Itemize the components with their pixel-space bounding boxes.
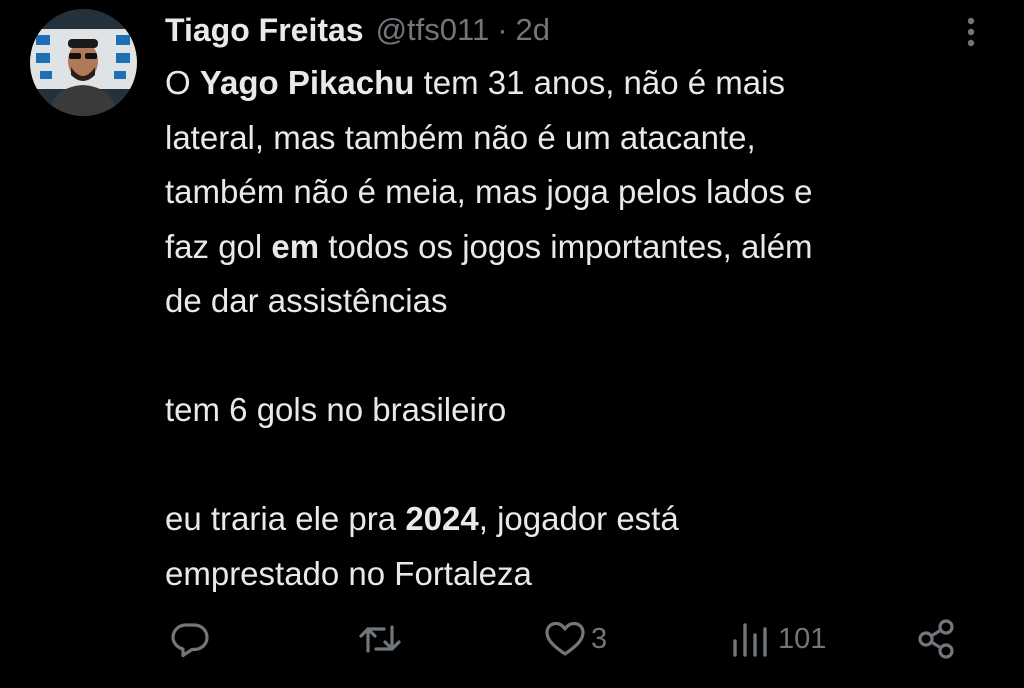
tweet-line: eu traria ele pra 2024, jogador está [165,500,679,537]
tweet-line: também não é meia, mas joga pelos lados … [165,173,813,210]
views-count: 101 [778,622,827,655]
author-name[interactable]: Tiago Freitas [165,12,364,49]
share-button[interactable] [915,614,959,664]
separator-dot: · [497,12,508,47]
tweet-line: faz gol em todos os jogos importantes, a… [165,227,813,265]
avatar[interactable] [30,9,137,116]
views-button[interactable]: 101 [730,614,826,664]
tweet-line: O Yago Pikachu tem 31 anos, não é mais [165,64,785,101]
emphasis-bold: em [271,227,320,265]
like-button[interactable]: 3 [543,614,607,664]
mention-bold: Yago Pikachu [199,64,415,101]
tweet-line: tem 6 gols no brasileiro [165,391,507,428]
tweet-text: O Yago Pikachu tem 31 anos, não é mais l… [165,56,995,601]
more-icon [967,17,975,47]
share-icon [918,619,954,659]
tweet-line: lateral, mas também não é um atacante, [165,118,756,156]
retweet-icon [359,625,401,653]
like-icon [545,621,585,656]
tweet-header: Tiago Freitas @tfs011 · 2d [165,8,550,52]
reply-button[interactable] [168,614,212,664]
tweet-line: de dar assistências [165,282,448,319]
author-handle[interactable]: @tfs011 [376,12,490,48]
tweet-line: emprestado no Fortaleza [165,554,532,592]
views-icon [733,623,767,657]
year-bold: 2024 [405,500,479,537]
reply-icon [171,623,209,658]
tweet-timestamp[interactable]: 2d [516,12,550,48]
more-options-button[interactable] [958,14,984,50]
retweet-button[interactable] [356,614,404,664]
like-count: 3 [591,622,608,655]
avatar-image [30,9,137,116]
